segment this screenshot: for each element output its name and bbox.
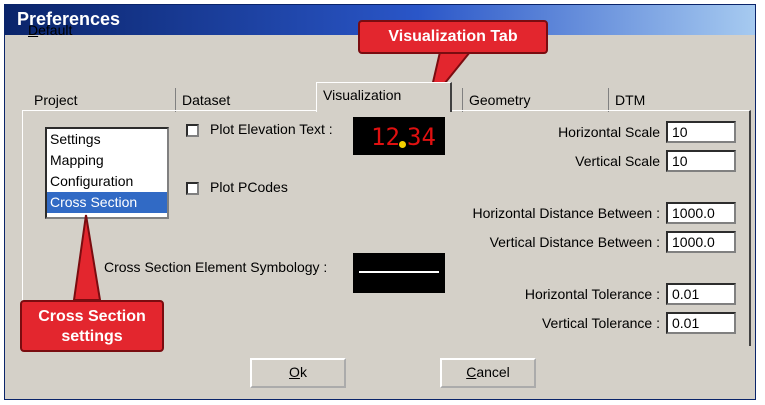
tab-visualization-label: Visualization [323,87,402,103]
menu-default-mnemonic: D [28,22,39,38]
tab-geometry[interactable]: Geometry [462,88,602,112]
tab-visualization[interactable]: Visualization [316,82,452,112]
ok-button[interactable]: Ok [250,358,346,388]
elevation-text-preview[interactable]: 12 34 [353,117,445,155]
symbology-preview[interactable] [353,253,445,293]
horizontal-tolerance-input[interactable]: 0.01 [666,283,736,305]
plot-elevation-text-checkbox[interactable] [186,124,199,137]
elevation-preview-dot [399,141,406,148]
plot-elevation-text-label: Plot Elevation Text : [210,121,333,137]
tab-dtm-label: DTM [615,92,646,108]
cancel-mnemonic: C [466,364,477,380]
settings-listbox[interactable]: Settings Mapping Configuration Cross Sec… [45,127,169,219]
vertical-scale-label: Vertical Scale [575,153,660,169]
visualization-tab-callout-text: Visualization Tab [388,28,518,45]
vertical-distance-input[interactable]: 1000.0 [666,231,736,253]
elevation-preview-decimal: 34 [407,123,436,151]
plot-pcodes-label: Plot PCodes [210,179,288,195]
horizontal-tolerance-label: Horizontal Tolerance : [524,286,660,302]
visualization-tab-callout: Visualization Tab [358,20,548,54]
cross-section-callout-line1: Cross Section [38,308,146,325]
cross-section-callout: Cross Section settings [20,300,164,352]
list-item-mapping[interactable]: Mapping [47,150,167,171]
cross-section-callout-line2: settings [61,328,123,345]
ok-mnemonic: O [289,364,300,380]
horizontal-distance-label: Horizontal Distance Between : [472,205,660,221]
menu-default[interactable]: Default [28,22,72,38]
vertical-scale-input[interactable]: 10 [666,150,736,172]
plot-pcodes-checkbox[interactable] [186,182,199,195]
vertical-tolerance-input[interactable]: 0.01 [666,312,736,334]
list-item-cross-section[interactable]: Cross Section [47,192,167,213]
horizontal-scale-label: Horizontal Scale [558,124,660,140]
tab-project[interactable]: Project [28,88,168,112]
cancel-rest: ancel [476,364,510,380]
menu-default-rest: efault [38,22,73,38]
ok-rest: k [299,364,307,380]
symbology-line [359,271,439,273]
tab-project-label: Project [34,92,78,108]
list-item-settings[interactable]: Settings [47,129,167,150]
list-item-configuration[interactable]: Configuration [47,171,167,192]
symbology-label: Cross Section Element Symbology : [104,259,328,275]
vertical-tolerance-label: Vertical Tolerance : [541,315,660,331]
elevation-preview-whole: 12 [371,123,400,151]
horizontal-scale-input[interactable]: 10 [666,121,736,143]
cancel-button[interactable]: Cancel [440,358,536,388]
vertical-distance-label: Vertical Distance Between : [489,234,660,250]
tab-dataset-label: Dataset [182,92,231,108]
horizontal-distance-input[interactable]: 1000.0 [666,202,736,224]
tab-geometry-label: Geometry [469,92,531,108]
tab-dtm[interactable]: DTM [608,88,748,112]
tab-dataset[interactable]: Dataset [175,88,315,112]
